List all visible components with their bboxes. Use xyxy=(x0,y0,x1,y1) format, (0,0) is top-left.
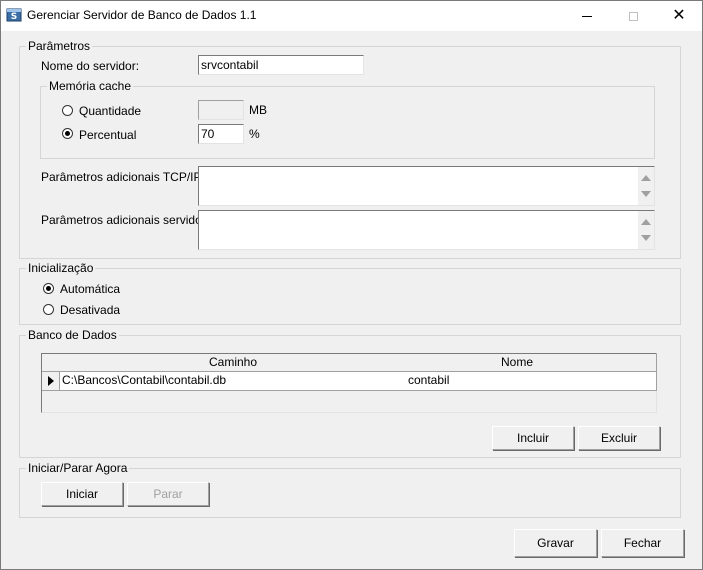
table-cell-caminho[interactable]: C:\Bancos\Contabil\contabil.db xyxy=(60,372,407,391)
percentual-label: Percentual xyxy=(79,128,137,142)
grid-empty-header xyxy=(628,354,657,372)
incluir-button[interactable]: Incluir xyxy=(492,426,574,450)
row-indicator[interactable] xyxy=(42,372,60,391)
grid-corner-header xyxy=(42,354,61,372)
maximize-icon xyxy=(628,11,638,21)
table-cell-empty[interactable] xyxy=(628,372,657,391)
scroll-down-icon[interactable] xyxy=(641,191,651,197)
scroll-down-icon[interactable] xyxy=(641,235,651,241)
tcpip-label: Parâmetros adicionais TCP/IP: xyxy=(41,170,205,184)
iniciar-parar-group-title: Iniciar/Parar Agora xyxy=(26,461,130,475)
desativada-label: Desativada xyxy=(60,303,121,317)
current-row-icon xyxy=(48,376,54,386)
quantidade-radio[interactable] xyxy=(62,105,73,116)
table-cell-nome[interactable]: contabil xyxy=(406,372,629,391)
servidor-label: Parâmetros adicionais servidor: xyxy=(41,213,210,227)
memoria-cache-group-title: Memória cache xyxy=(47,79,134,93)
quantidade-input[interactable] xyxy=(198,100,244,120)
column-header-nome[interactable]: Nome xyxy=(406,354,629,372)
servidor-textarea[interactable] xyxy=(198,210,655,250)
window-title: Gerenciar Servidor de Banco de Dados 1.1 xyxy=(27,8,257,22)
automatica-radio[interactable] xyxy=(43,283,54,294)
desativada-radio[interactable] xyxy=(43,304,54,315)
excluir-button[interactable]: Excluir xyxy=(578,426,660,450)
minimize-icon xyxy=(582,15,592,17)
svg-text:S: S xyxy=(11,12,17,22)
quantidade-label: Quantidade xyxy=(79,104,142,118)
memoria-cache-group: Memória cache xyxy=(40,79,655,159)
percentual-radio[interactable] xyxy=(62,128,73,139)
server-name-input[interactable]: srvcontabil xyxy=(198,55,364,75)
database-grid[interactable]: Caminho Nome C:\Bancos\Contabil\contabil… xyxy=(41,353,657,413)
inicializacao-group-title: Inicialização xyxy=(26,261,96,275)
database-server-icon: S xyxy=(6,8,22,22)
servidor-scrollbar[interactable] xyxy=(638,211,654,249)
percentual-unit: % xyxy=(249,127,260,141)
iniciar-button[interactable]: Iniciar xyxy=(41,482,123,506)
parametros-group-title: Parâmetros xyxy=(26,39,93,53)
automatica-label: Automática xyxy=(60,282,121,296)
parar-button[interactable]: Parar xyxy=(127,482,209,506)
tcpip-textarea[interactable] xyxy=(198,166,655,206)
percentual-input[interactable]: 70 xyxy=(198,124,244,144)
close-button[interactable]: ✕ xyxy=(656,1,702,31)
scroll-up-icon[interactable] xyxy=(641,175,651,181)
minimize-button[interactable] xyxy=(564,1,610,31)
quantidade-unit: MB xyxy=(249,103,267,117)
fechar-button[interactable]: Fechar xyxy=(601,529,684,557)
gravar-button[interactable]: Gravar xyxy=(514,529,597,557)
main-window: S Gerenciar Servidor de Banco de Dados 1… xyxy=(0,0,703,570)
scroll-up-icon[interactable] xyxy=(641,219,651,225)
maximize-button[interactable] xyxy=(610,1,656,31)
close-icon: ✕ xyxy=(672,7,686,24)
server-name-label: Nome do servidor: xyxy=(41,59,140,73)
title-bar[interactable]: S Gerenciar Servidor de Banco de Dados 1… xyxy=(1,1,702,31)
tcpip-scrollbar[interactable] xyxy=(638,167,654,205)
column-header-caminho[interactable]: Caminho xyxy=(60,354,407,372)
banco-group-title: Banco de Dados xyxy=(26,328,119,342)
